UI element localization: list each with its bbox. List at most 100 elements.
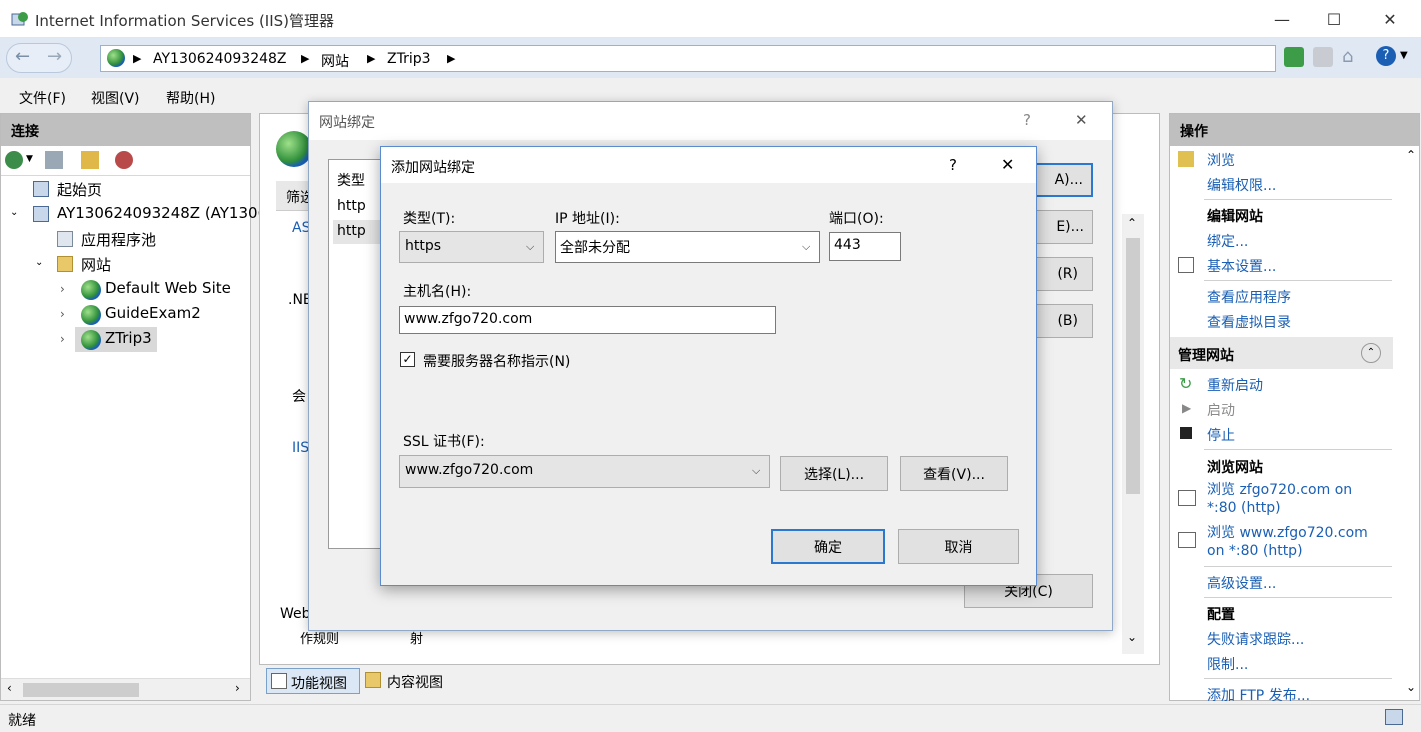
help-icon[interactable]: ? bbox=[1376, 46, 1396, 66]
expand-chevron-icon[interactable]: › bbox=[60, 282, 65, 296]
collapse-chevron-icon[interactable]: ⌄ bbox=[35, 257, 43, 268]
home-icon[interactable]: ⌂ bbox=[1342, 46, 1362, 68]
tree-item-server[interactable]: AY130624093248Z (AY1306 bbox=[57, 204, 267, 222]
address-bar[interactable]: ▶ AY130624093248Z ▶ 网站 ▶ ZTrip3 ▶ bbox=[100, 45, 1276, 72]
disconnect-icon[interactable] bbox=[115, 151, 133, 169]
menu-help[interactable]: 帮助(H) bbox=[166, 88, 215, 108]
action-advanced-settings[interactable]: 高级设置... bbox=[1207, 573, 1276, 593]
help-dropdown-icon[interactable]: ▼ bbox=[1400, 50, 1408, 61]
action-limits[interactable]: 限制... bbox=[1207, 654, 1248, 674]
vertical-scrollbar[interactable]: ⌃ ⌄ bbox=[1122, 214, 1144, 654]
cancel-button[interactable]: 取消 bbox=[898, 529, 1019, 564]
scroll-thumb[interactable] bbox=[1126, 238, 1140, 494]
ip-address-select[interactable]: 全部未分配 ⌵ bbox=[555, 231, 820, 263]
add-binding-titlebar: 添加网站绑定 ? ✕ bbox=[381, 147, 1036, 183]
view-cert-button[interactable]: 查看(V)... bbox=[900, 456, 1008, 491]
port-input[interactable]: 443 bbox=[829, 232, 901, 261]
breadcrumb-site[interactable]: ZTrip3 bbox=[387, 51, 431, 67]
sni-label[interactable]: 需要服务器名称指示(N) bbox=[423, 351, 570, 371]
tree-item-sites[interactable]: 网站 bbox=[81, 254, 111, 275]
host-name-input[interactable]: www.zfgo720.com bbox=[399, 306, 776, 334]
scroll-left-icon[interactable]: ‹ bbox=[7, 681, 12, 695]
ok-button[interactable]: 确定 bbox=[771, 529, 885, 564]
edit-site-heading: 编辑网站 bbox=[1207, 209, 1263, 225]
sni-checkbox[interactable]: ✓ bbox=[400, 352, 415, 367]
breadcrumb-server[interactable]: AY130624093248Z bbox=[153, 51, 287, 67]
connect-icon[interactable] bbox=[5, 151, 23, 169]
action-browse-zfgo720-line2[interactable]: *:80 (http) bbox=[1207, 500, 1281, 516]
type-select[interactable]: https ⌵ bbox=[399, 231, 544, 263]
up-folder-icon[interactable] bbox=[81, 151, 99, 169]
breadcrumb-arrow-icon[interactable]: ▶ bbox=[367, 52, 375, 65]
feature-view-icon bbox=[271, 673, 287, 689]
stop-icon[interactable] bbox=[1313, 47, 1333, 67]
breadcrumb-arrow-icon[interactable]: ▶ bbox=[133, 52, 141, 65]
action-view-virtual-dirs[interactable]: 查看虚拟目录 bbox=[1207, 312, 1291, 332]
action-bindings[interactable]: 绑定... bbox=[1207, 231, 1248, 251]
ip-address-value: 全部未分配 bbox=[560, 240, 630, 256]
scroll-down-icon[interactable]: ⌄ bbox=[1406, 680, 1416, 694]
connections-header: 连接 bbox=[1, 114, 250, 146]
forward-arrow-icon[interactable]: → bbox=[47, 46, 62, 67]
scroll-up-icon[interactable]: ⌃ bbox=[1406, 148, 1416, 162]
ip-address-label: IP 地址(I): bbox=[555, 211, 620, 227]
site-bindings-title: 网站绑定 bbox=[319, 115, 375, 131]
separator bbox=[1204, 597, 1392, 598]
action-edit-permissions[interactable]: 编辑权限... bbox=[1207, 175, 1276, 195]
ssl-cert-select[interactable]: www.zfgo720.com ⌵ bbox=[399, 455, 770, 488]
action-add-ftp[interactable]: 添加 FTP 发布... bbox=[1207, 685, 1310, 701]
horizontal-scrollbar[interactable]: ‹ › bbox=[1, 678, 250, 700]
tree-item-default-site[interactable]: Default Web Site bbox=[105, 279, 231, 297]
status-text: 就绪 bbox=[8, 713, 36, 729]
close-dialog-button[interactable]: ✕ bbox=[1075, 111, 1088, 129]
action-stop[interactable]: 停止 bbox=[1207, 425, 1235, 445]
title-bar: Internet Information Services (IIS)管理器 —… bbox=[0, 0, 1421, 38]
binding-row[interactable]: http bbox=[337, 223, 366, 239]
action-browse-www-line1[interactable]: 浏览 www.zfgo720.com bbox=[1207, 522, 1368, 542]
connect-dropdown-icon[interactable]: ▼ bbox=[26, 154, 33, 164]
collapse-icon[interactable]: ⌃ bbox=[1361, 343, 1381, 363]
collapse-chevron-icon[interactable]: ⌄ bbox=[10, 207, 18, 218]
globe-icon bbox=[107, 49, 125, 67]
save-icon[interactable] bbox=[45, 151, 63, 169]
action-view-applications[interactable]: 查看应用程序 bbox=[1207, 287, 1291, 307]
type-column-header[interactable]: 类型 bbox=[337, 170, 365, 190]
expand-chevron-icon[interactable]: › bbox=[60, 307, 65, 321]
close-window-button[interactable]: ✕ bbox=[1367, 0, 1413, 38]
breadcrumb-arrow-icon[interactable]: ▶ bbox=[447, 52, 455, 65]
back-arrow-icon[interactable]: ← bbox=[15, 46, 30, 67]
menu-file[interactable]: 文件(F) bbox=[19, 88, 66, 108]
maximize-button[interactable]: ☐ bbox=[1311, 0, 1357, 38]
action-restart[interactable]: 重新启动 bbox=[1207, 375, 1263, 395]
minimize-button[interactable]: — bbox=[1259, 0, 1305, 38]
breadcrumb-sites[interactable]: 网站 bbox=[321, 51, 349, 71]
menu-view[interactable]: 视图(V) bbox=[91, 88, 140, 108]
scroll-thumb[interactable] bbox=[23, 683, 139, 697]
action-browse[interactable]: 浏览 bbox=[1207, 150, 1235, 170]
feature-view-tab[interactable]: 功能视图 bbox=[266, 668, 360, 694]
scroll-down-icon[interactable]: ⌄ bbox=[1127, 630, 1137, 644]
expand-chevron-icon[interactable]: › bbox=[60, 332, 65, 346]
action-basic-settings[interactable]: 基本设置... bbox=[1207, 256, 1276, 276]
web-feature-label[interactable]: Web bbox=[280, 606, 311, 622]
tree-item-ztrip3[interactable]: ZTrip3 bbox=[105, 329, 152, 347]
scroll-right-icon[interactable]: › bbox=[235, 681, 240, 695]
binding-row[interactable]: http bbox=[337, 198, 366, 214]
help-button[interactable]: ? bbox=[1023, 111, 1031, 129]
content-view-tab[interactable]: 内容视图 bbox=[363, 668, 457, 694]
breadcrumb-arrow-icon[interactable]: ▶ bbox=[301, 52, 309, 65]
action-browse-zfgo720-line1[interactable]: 浏览 zfgo720.com on bbox=[1207, 479, 1352, 499]
action-browse-www-line2[interactable]: on *:80 (http) bbox=[1207, 543, 1303, 559]
help-button[interactable]: ? bbox=[949, 156, 957, 174]
select-cert-button[interactable]: 选择(L)... bbox=[780, 456, 888, 491]
refresh-icon[interactable] bbox=[1284, 47, 1304, 67]
type-label: 类型(T): bbox=[403, 211, 456, 227]
scroll-up-icon[interactable]: ⌃ bbox=[1127, 216, 1137, 230]
tree-item-start-page[interactable]: 起始页 bbox=[57, 179, 102, 200]
iis-group-label: IIS bbox=[292, 440, 310, 456]
close-dialog-button[interactable]: ✕ bbox=[1001, 155, 1014, 174]
action-failed-request-tracing[interactable]: 失败请求跟踪... bbox=[1207, 629, 1304, 649]
tree-item-guideexam2[interactable]: GuideExam2 bbox=[105, 304, 201, 322]
session-feature-label[interactable]: 会 bbox=[292, 386, 306, 406]
tree-item-app-pools[interactable]: 应用程序池 bbox=[81, 229, 156, 250]
